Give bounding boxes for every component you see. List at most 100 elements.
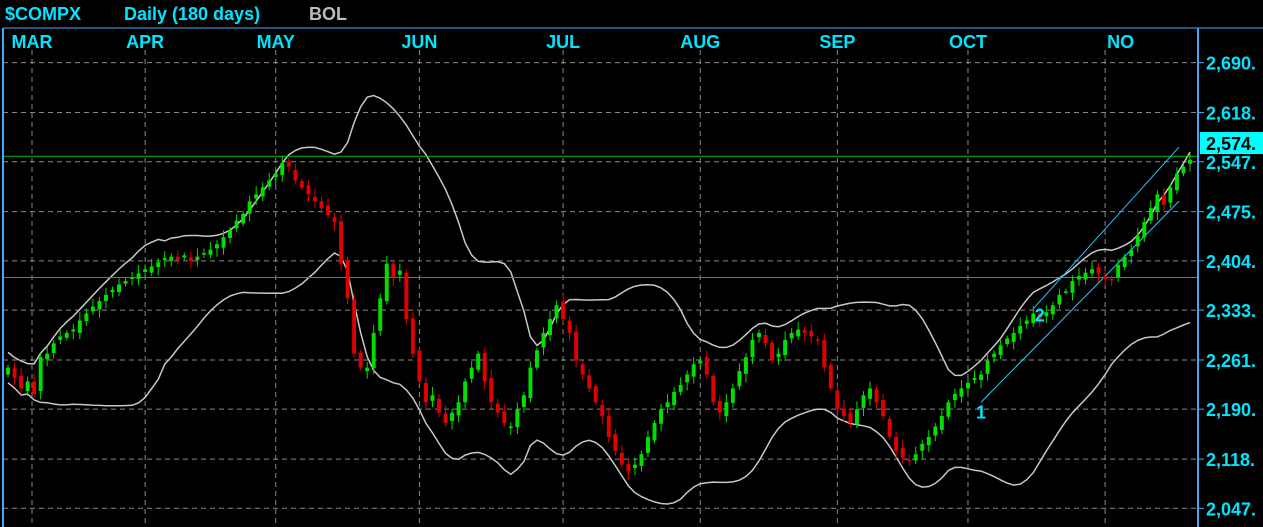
y-tick-label: 2,047.: [1206, 499, 1256, 519]
candle-body: [1181, 166, 1186, 174]
candle-body: [1090, 269, 1095, 274]
candle-body: [12, 368, 17, 378]
candle-body: [365, 367, 370, 372]
candle-body: [626, 463, 631, 472]
candle-body: [149, 266, 154, 273]
candle-body: [659, 409, 663, 424]
candle-body: [417, 350, 422, 382]
month-label: APR: [126, 32, 164, 52]
candle-body: [606, 416, 611, 437]
candle-body: [854, 409, 859, 425]
candle-body: [698, 360, 703, 364]
candle-body: [45, 353, 50, 360]
month-label: SEP: [819, 32, 855, 52]
candle-body: [561, 301, 566, 320]
candle-body: [51, 343, 56, 354]
candle-body: [508, 426, 513, 429]
candle-body: [215, 244, 219, 249]
candle-body: [672, 391, 677, 406]
candle-body: [770, 342, 775, 361]
candle-body: [345, 260, 350, 299]
candle-body: [423, 382, 428, 403]
candle-body: [639, 454, 644, 467]
candle-body: [900, 447, 905, 458]
candle-body: [743, 357, 748, 374]
candle-body: [521, 395, 526, 408]
candle-body: [339, 221, 344, 264]
month-label: MAY: [257, 32, 295, 52]
candle-body: [861, 395, 866, 408]
candle-body: [802, 330, 807, 333]
candle-body: [397, 270, 402, 275]
candle-body: [685, 374, 690, 383]
candle-body: [1135, 235, 1140, 247]
candle-body: [972, 377, 977, 381]
candle-body: [19, 375, 24, 389]
candle-body: [443, 413, 448, 424]
candle-body: [1050, 305, 1055, 315]
candle-body: [391, 263, 396, 278]
y-tick-label: 2,333.: [1206, 301, 1256, 321]
y-tick-label: 2,404.: [1206, 252, 1256, 272]
candle-body: [730, 388, 735, 403]
candle-body: [894, 436, 899, 451]
candle-body: [241, 213, 246, 224]
candle-body: [71, 329, 76, 332]
reference-lines: [3, 146, 1198, 403]
candle-body: [881, 400, 886, 417]
candle-body: [64, 332, 69, 338]
candle-body: [84, 313, 89, 322]
candle-body: [815, 339, 820, 341]
candle-body: [1122, 256, 1127, 268]
candle-body: [1044, 312, 1049, 317]
candle-body: [228, 230, 232, 238]
candle-body: [1077, 276, 1081, 280]
candle-body: [234, 220, 239, 229]
candle-body: [587, 375, 592, 389]
candle-body: [763, 335, 768, 344]
candle-body: [822, 339, 827, 368]
candle-body: [652, 423, 657, 441]
candle-body: [456, 402, 461, 416]
candle-body: [809, 330, 814, 337]
candle-body: [437, 398, 441, 413]
candle-body: [175, 256, 180, 261]
candle-body: [352, 299, 357, 354]
candle-body: [410, 318, 415, 354]
y-tick-label: 2,261.: [1206, 351, 1256, 371]
candle-body: [38, 357, 43, 392]
candle-body: [998, 345, 1003, 356]
candle-body: [691, 364, 696, 377]
candle-body: [1024, 320, 1029, 324]
candle-body: [1005, 338, 1010, 345]
candle-body: [221, 237, 226, 248]
month-label: JUL: [546, 32, 580, 52]
candle-body: [933, 426, 938, 436]
channel-upper-line: [1032, 146, 1180, 310]
candle-body: [482, 353, 487, 382]
month-label: JUN: [401, 32, 437, 52]
candle-body: [130, 277, 135, 279]
candle-body: [1018, 326, 1023, 334]
candle-body: [665, 402, 670, 408]
candle-body: [169, 256, 174, 261]
candle-body: [280, 163, 285, 175]
candle-body: [489, 377, 494, 403]
candle-body: [299, 181, 304, 188]
y-tick-label: 2,618.: [1206, 104, 1256, 124]
candle-body: [835, 390, 840, 410]
candle-body: [1063, 291, 1068, 293]
candle-body: [358, 352, 363, 368]
month-label: OCT: [949, 32, 987, 52]
candle-body: [404, 272, 409, 320]
candle-body: [646, 436, 650, 453]
candle-body: [704, 357, 709, 375]
candle-body: [77, 320, 82, 333]
candle-body: [188, 257, 193, 261]
candle-body: [58, 336, 63, 340]
candle-body: [97, 301, 102, 310]
candle-body: [1096, 267, 1101, 274]
candle-body: [554, 305, 559, 319]
candle-body: [182, 255, 187, 258]
candle-body: [567, 320, 572, 333]
